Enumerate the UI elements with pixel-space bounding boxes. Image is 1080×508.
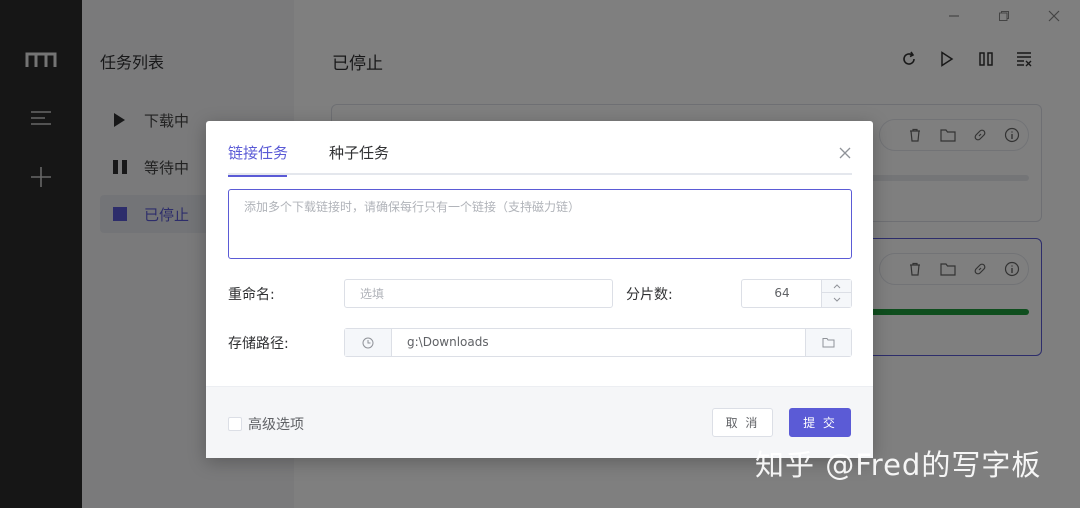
storage-path-label: 存储路径: — [228, 336, 289, 352]
advanced-options-toggle[interactable]: 高级选项 — [228, 414, 304, 434]
split-label: 分片数: — [626, 287, 673, 303]
rename-label: 重命名: — [228, 287, 275, 303]
chevron-up-icon[interactable] — [822, 280, 851, 293]
storage-path-field[interactable]: g:\Downloads — [344, 328, 852, 357]
stepper-buttons — [821, 280, 851, 307]
rename-input[interactable] — [344, 279, 613, 308]
split-count-stepper[interactable]: 64 — [741, 279, 852, 308]
storage-path-value[interactable]: g:\Downloads — [407, 329, 489, 356]
tab-label: 链接任务 — [228, 144, 289, 162]
advanced-options-checkbox[interactable] — [228, 417, 242, 431]
folder-browse-icon[interactable] — [805, 329, 851, 356]
watermark-text: 知乎 @Fred的写字板 — [755, 448, 1042, 482]
advanced-options-label: 高级选项 — [248, 417, 304, 433]
submit-button[interactable]: 提 交 — [789, 408, 851, 437]
history-icon[interactable] — [345, 329, 392, 356]
dialog-tabs: 链接任务 种子任务 — [228, 143, 852, 177]
tab-torrent-task[interactable]: 种子任务 — [329, 143, 389, 175]
tab-label: 种子任务 — [329, 144, 390, 162]
add-task-dialog: 链接任务 种子任务 重命名: 分片数: 64 存储路径: g:\Download… — [206, 121, 873, 458]
tab-active-indicator — [228, 175, 287, 177]
close-icon[interactable] — [835, 143, 855, 163]
tab-link-task[interactable]: 链接任务 — [228, 143, 289, 177]
download-links-input[interactable] — [228, 189, 852, 259]
chevron-down-icon[interactable] — [822, 293, 851, 306]
split-count-value[interactable]: 64 — [742, 280, 822, 307]
cancel-button[interactable]: 取 消 — [712, 408, 773, 437]
